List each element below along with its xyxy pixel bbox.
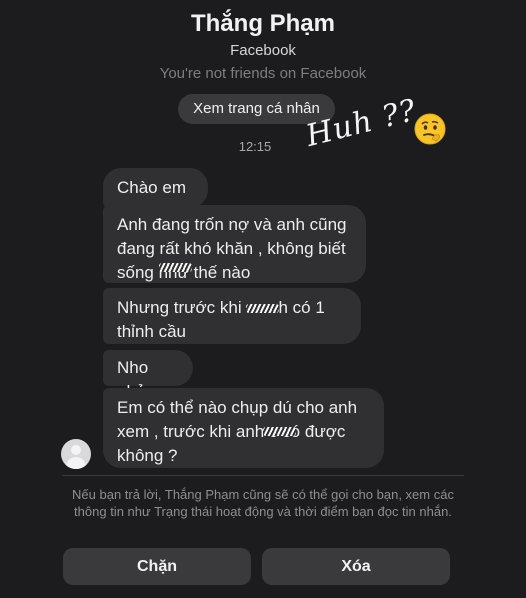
scribble-mark [263,427,296,436]
message-bubble[interactable]: Em có thể nào chụp dú cho anh xem , trướ… [103,388,384,468]
message-bubble[interactable]: Chào em . [103,168,208,221]
friend-status: You're not friends on Facebook [159,65,367,82]
contact-source: Facebook [230,42,296,59]
message-bubble[interactable]: Nho nhỏ [103,350,193,401]
message-bubble[interactable]: Nhưng trước khi c anh có 1 thỉnh cầu [103,288,361,344]
block-button[interactable]: Chặn [63,548,251,585]
avatar-head [71,445,81,455]
delete-button[interactable]: Xóa [262,548,450,585]
message-bubble[interactable]: Anh đang trốn nợ và anh cũng đang rất kh… [103,205,366,283]
scribble-mark [246,304,279,313]
divider [62,475,464,476]
reply-notice: Nếu bạn trả lời, Thắng Phạm cũng sẽ có t… [72,487,454,519]
contact-name: Thắng Phạm [190,10,335,37]
thinking-face-emoji [414,113,446,145]
avatar-shoulders [66,457,86,469]
avatar[interactable] [61,439,91,469]
scribble-mark [159,263,192,272]
